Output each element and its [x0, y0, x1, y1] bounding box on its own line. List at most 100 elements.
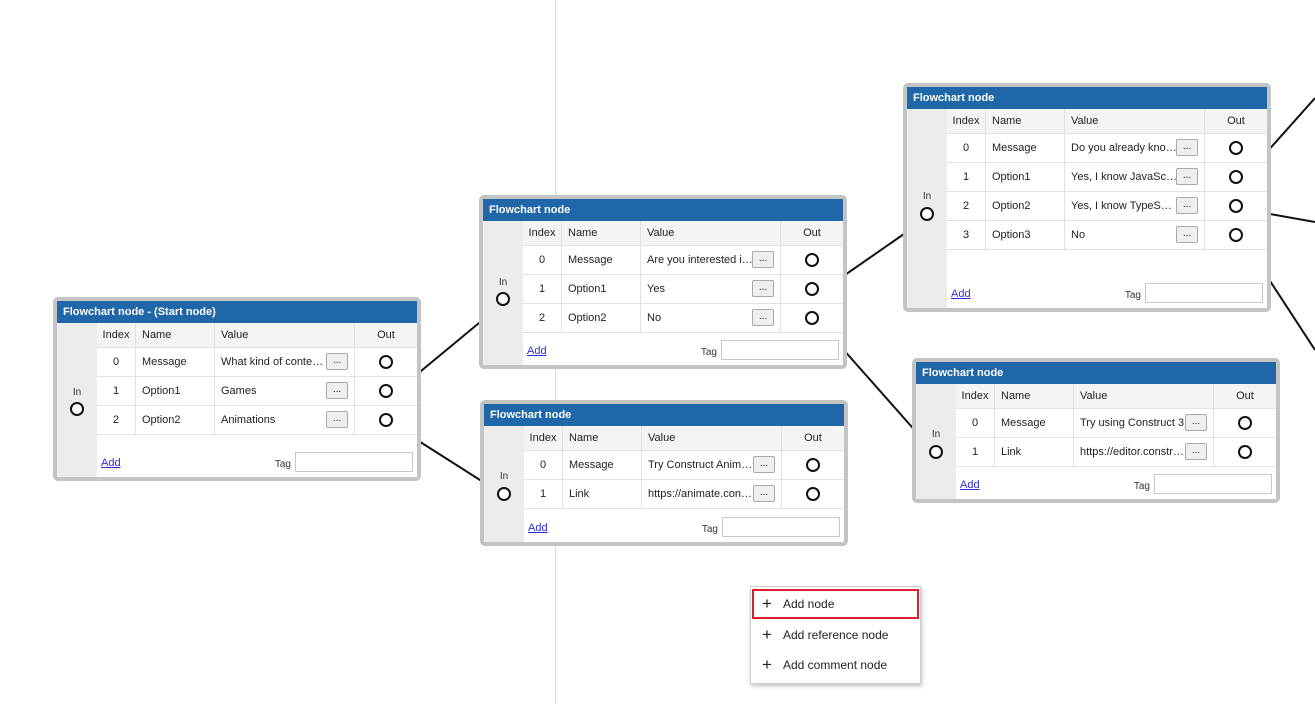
flowchart-node-programming[interactable]: Flowchart node In Index Name Value Out 0 — [479, 195, 847, 369]
tag-input[interactable] — [722, 517, 840, 537]
table-row: 1 Option1 Yes, I know JavaScript... — [947, 163, 1267, 192]
menu-item-add-reference-node[interactable]: + Add reference node — [752, 620, 919, 650]
out-port-icon[interactable] — [1238, 416, 1252, 430]
edit-value-button[interactable]: ... — [1176, 226, 1198, 243]
row-out — [354, 348, 417, 376]
row-out — [354, 377, 417, 405]
out-port-icon[interactable] — [1229, 141, 1243, 155]
flowchart-canvas[interactable]: Flowchart node - (Start node) In Index N… — [0, 0, 1315, 704]
edit-value-button[interactable]: ... — [752, 309, 774, 326]
add-row-link[interactable]: Add — [951, 288, 971, 300]
row-index: 2 — [112, 414, 120, 426]
node-title[interactable]: Flowchart node — [907, 87, 1267, 109]
out-port-icon[interactable] — [806, 458, 820, 472]
edit-value-button[interactable]: ... — [326, 353, 348, 370]
menu-item-add-node[interactable]: + Add node — [752, 589, 919, 619]
add-row-link[interactable]: Add — [528, 522, 548, 534]
edit-value-button[interactable]: ... — [753, 485, 775, 502]
row-name: Message — [562, 451, 641, 479]
header-name: Name — [985, 109, 1064, 133]
row-index: 0 — [112, 356, 120, 368]
row-value[interactable]: Yes, I know JavaScript... — [1064, 163, 1204, 191]
node-title[interactable]: Flowchart node - (Start node) — [57, 301, 417, 323]
in-port-icon[interactable] — [920, 207, 934, 221]
edit-value-button[interactable]: ... — [1176, 168, 1198, 185]
out-port-icon[interactable] — [806, 487, 820, 501]
in-column: In — [57, 323, 97, 477]
out-port-icon[interactable] — [1238, 445, 1252, 459]
row-name: Option2 — [135, 406, 214, 434]
row-value-text: Are you interested in programming? — [647, 254, 753, 266]
edit-value-button[interactable]: ... — [752, 280, 774, 297]
flowchart-node-construct3[interactable]: Flowchart node In Index Name Value Out 0 — [912, 358, 1280, 503]
out-port-icon[interactable] — [1229, 170, 1243, 184]
header-value: Value — [214, 323, 354, 347]
row-value[interactable]: What kind of content are you looking for… — [214, 348, 354, 376]
add-row-link[interactable]: Add — [101, 457, 121, 469]
edit-value-button[interactable]: ... — [326, 382, 348, 399]
flowchart-node-language[interactable]: Flowchart node In Index Name Value Out 0 — [903, 83, 1271, 312]
header-index: Index — [529, 432, 557, 444]
out-port-icon[interactable] — [379, 384, 393, 398]
node-title[interactable]: Flowchart node — [484, 404, 844, 426]
node-footer: Add Tag — [524, 514, 844, 542]
flowchart-node-start[interactable]: Flowchart node - (Start node) In Index N… — [53, 297, 421, 481]
table-row: 2 Option2 Yes, I know TypeScript... — [947, 192, 1267, 221]
row-out — [781, 451, 844, 479]
in-port-icon[interactable] — [70, 402, 84, 416]
plus-icon: + — [762, 594, 772, 613]
node-title[interactable]: Flowchart node — [483, 199, 843, 221]
out-port-icon[interactable] — [379, 355, 393, 369]
row-value[interactable]: Yes... — [640, 275, 780, 303]
row-value[interactable]: Games... — [214, 377, 354, 405]
node-footer: Add Tag — [947, 280, 1267, 308]
tag-input[interactable] — [1145, 283, 1263, 303]
row-value[interactable]: Yes, I know TypeScript... — [1064, 192, 1204, 220]
row-value[interactable]: Are you interested in programming?... — [640, 246, 780, 274]
header-name: Name — [994, 384, 1073, 408]
add-row-link[interactable]: Add — [527, 345, 547, 357]
table-row: 2 Option2 Animations... — [97, 406, 417, 435]
out-port-icon[interactable] — [805, 253, 819, 267]
header-index: Index — [952, 115, 980, 127]
edit-value-button[interactable]: ... — [753, 456, 775, 473]
menu-item-add-comment-node[interactable]: + Add comment node — [752, 650, 919, 680]
header-index: Index — [961, 390, 989, 402]
in-label: In — [499, 471, 509, 482]
row-value[interactable]: https://animate.construct.net... — [641, 480, 781, 508]
node-title[interactable]: Flowchart node — [916, 362, 1276, 384]
header-out: Out — [1204, 109, 1267, 133]
tag-input[interactable] — [1154, 474, 1272, 494]
row-value[interactable]: https://editor.construct.net... — [1073, 438, 1213, 466]
add-row-link[interactable]: Add — [960, 479, 980, 491]
row-out — [1213, 409, 1276, 437]
tag-input[interactable] — [295, 452, 413, 472]
in-port-icon[interactable] — [497, 487, 511, 501]
row-value[interactable]: No... — [1064, 221, 1204, 249]
edit-value-button[interactable]: ... — [1176, 197, 1198, 214]
flowchart-node-animate[interactable]: Flowchart node In Index Name Value Out 0 — [480, 400, 848, 546]
edit-value-button[interactable]: ... — [752, 251, 774, 268]
tag-input[interactable] — [721, 340, 839, 360]
row-value[interactable]: Try Construct Animate... — [641, 451, 781, 479]
row-value[interactable]: Try using Construct 3... — [1073, 409, 1213, 437]
out-port-icon[interactable] — [1229, 199, 1243, 213]
in-port-icon[interactable] — [496, 292, 510, 306]
row-name: Message — [985, 134, 1064, 162]
edit-value-button[interactable]: ... — [1185, 414, 1207, 431]
out-port-icon[interactable] — [1229, 228, 1243, 242]
edit-value-button[interactable]: ... — [1185, 443, 1207, 460]
row-value[interactable]: Animations... — [214, 406, 354, 434]
row-name: Option1 — [561, 275, 640, 303]
edit-value-button[interactable]: ... — [326, 411, 348, 428]
edit-value-button[interactable]: ... — [1176, 139, 1198, 156]
row-out — [1204, 221, 1267, 249]
row-value[interactable]: No... — [640, 304, 780, 332]
out-port-icon[interactable] — [379, 413, 393, 427]
out-port-icon[interactable] — [805, 311, 819, 325]
in-port-icon[interactable] — [929, 445, 943, 459]
row-value[interactable]: Do you already know a programming langua… — [1064, 134, 1204, 162]
row-index: 0 — [539, 459, 547, 471]
row-index: 3 — [962, 229, 970, 241]
out-port-icon[interactable] — [805, 282, 819, 296]
